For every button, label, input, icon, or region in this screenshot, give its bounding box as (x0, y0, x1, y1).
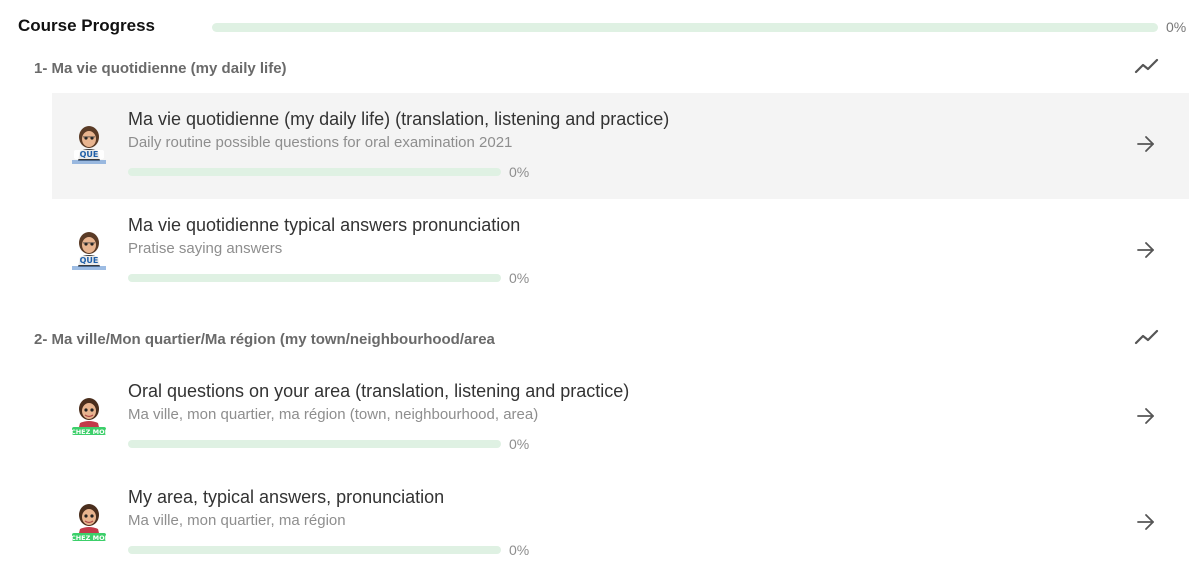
course-progress-bar (212, 23, 1158, 32)
arrow-right-icon[interactable] (1135, 405, 1157, 427)
section-header-1: 1- Ma vie quotidienne (my daily life) (0, 54, 1200, 84)
arrow-right-icon[interactable] (1135, 239, 1157, 261)
lesson-progress-percent: 0% (509, 436, 530, 452)
lesson-progress-percent: 0% (509, 270, 530, 286)
section-header-2: 2- Ma ville/Mon quartier/Ma région (my t… (0, 325, 1200, 355)
course-progress-header: Course Progress 0% (0, 0, 1200, 55)
svg-text:CHEZ MOI: CHEZ MOI (71, 534, 107, 542)
arrow-right-icon[interactable] (1135, 133, 1157, 155)
section-title: 2- Ma ville/Mon quartier/Ma région (my t… (34, 331, 495, 348)
trend-line-icon[interactable] (1133, 327, 1161, 349)
lesson-title: Oral questions on your area (translation… (128, 381, 630, 401)
svg-text:QUE: QUE (80, 256, 99, 265)
lesson-progress-percent: 0% (509, 542, 530, 558)
lesson-subtitle: Ma ville, mon quartier, ma région (128, 512, 346, 529)
course-progress-title: Course Progress (18, 16, 155, 35)
lesson-row-1[interactable]: QUE Ma vie quotidienne (my daily life) (… (52, 93, 1189, 199)
lesson-row-4[interactable]: CHEZ MOI My area, typical answers, pronu… (52, 471, 1189, 564)
lesson-subtitle: Pratise saying answers (128, 240, 283, 257)
bitmoji-que-avatar: QUE (72, 126, 106, 164)
bitmoji-green-avatar: CHEZ MOI (71, 398, 107, 436)
arrow-right-icon[interactable] (1135, 511, 1157, 533)
lesson-progress-percent: 0% (509, 164, 530, 180)
lesson-subtitle: Daily routine possible questions for ora… (128, 134, 513, 151)
lesson-subtitle: Ma ville, mon quartier, ma région (town,… (128, 406, 539, 423)
bitmoji-que-avatar: QUE (72, 232, 106, 270)
svg-text:CHEZ MOI: CHEZ MOI (71, 428, 107, 436)
lesson-progress-bar (128, 274, 501, 282)
svg-text:QUE: QUE (80, 150, 99, 159)
course-progress-percent: 0% (1166, 19, 1187, 35)
lesson-title: My area, typical answers, pronunciation (128, 487, 445, 507)
lesson-progress-bar (128, 546, 501, 554)
lesson-row-3[interactable]: CHEZ MOI Oral questions on your area (tr… (52, 365, 1189, 471)
section-title: 1- Ma vie quotidienne (my daily life) (34, 60, 287, 77)
lesson-title: Ma vie quotidienne typical answers pronu… (128, 215, 521, 235)
lesson-row-2[interactable]: QUE Ma vie quotidienne typical answers p… (52, 199, 1189, 305)
trend-line-icon[interactable] (1133, 56, 1161, 78)
lesson-title: Ma vie quotidienne (my daily life) (tran… (128, 109, 670, 129)
lesson-progress-bar (128, 168, 501, 176)
bitmoji-green-avatar: CHEZ MOI (71, 504, 107, 542)
lesson-progress-bar (128, 440, 501, 448)
